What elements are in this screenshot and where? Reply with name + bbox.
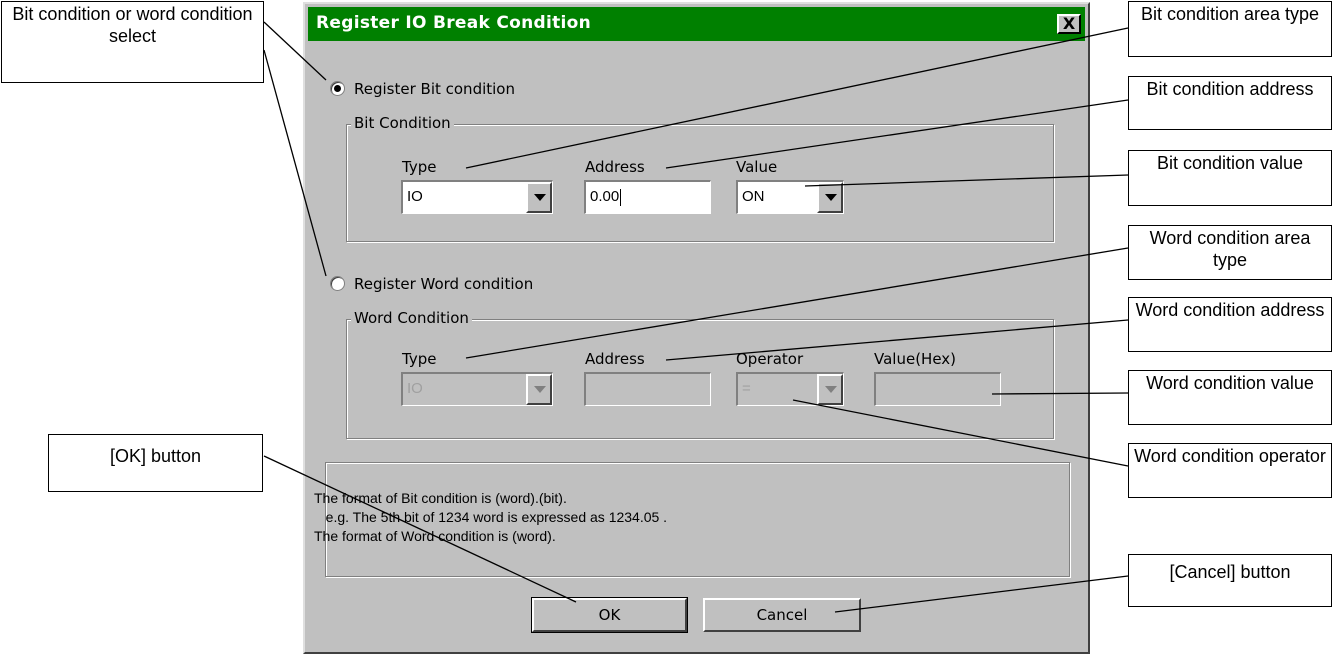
leader-line-word-address <box>665 319 1129 361</box>
leader-line-word-area-type <box>465 247 1129 359</box>
callout-leader-lines <box>263 21 1129 613</box>
leader-line-bit-value <box>804 174 1129 187</box>
leader-line-word-value <box>991 392 1129 395</box>
leader-line-ok-button <box>263 455 577 603</box>
leader-line-cancel-button <box>834 575 1129 613</box>
leader-line-select-word <box>263 49 327 277</box>
leader-line-bit-address <box>665 99 1129 169</box>
leader-line-bit-area-type <box>465 27 1129 169</box>
leader-line-select-bit <box>263 21 327 81</box>
leader-line-word-operator <box>792 399 1129 467</box>
